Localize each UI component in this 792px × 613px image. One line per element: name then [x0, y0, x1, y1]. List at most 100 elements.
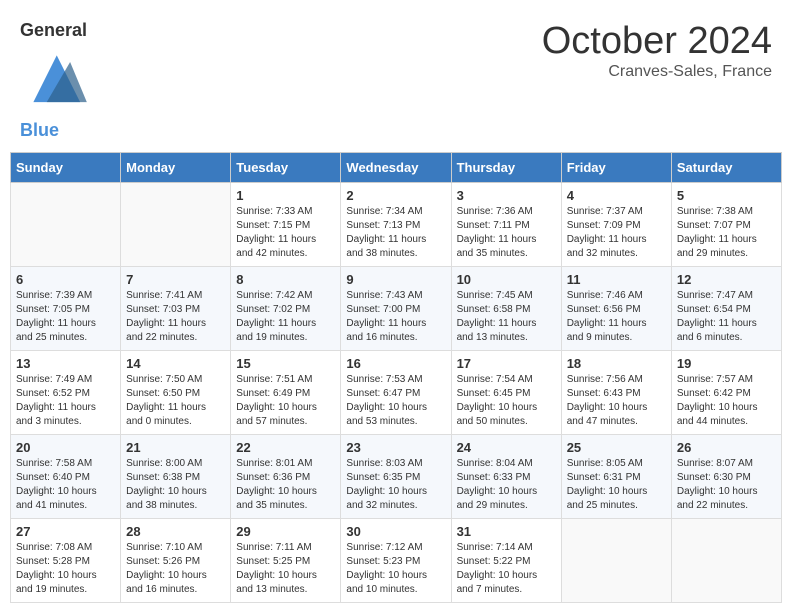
calendar-day-header: Sunday [11, 152, 121, 182]
calendar-cell: 26 Sunrise: 8:07 AM Sunset: 6:30 PM Dayli… [671, 434, 781, 518]
calendar-cell: 11 Sunrise: 7:46 AM Sunset: 6:56 PM Dayli… [561, 266, 671, 350]
day-number: 4 [567, 188, 666, 203]
day-number: 1 [236, 188, 335, 203]
day-info: Sunrise: 7:50 AM Sunset: 6:50 PM Dayligh… [126, 373, 225, 429]
calendar-day-header: Thursday [451, 152, 561, 182]
day-number: 12 [677, 272, 776, 287]
day-info: Sunrise: 7:33 AM Sunset: 7:15 PM Dayligh… [236, 205, 335, 261]
calendar-cell [121, 182, 231, 266]
calendar-week-row: 1 Sunrise: 7:33 AM Sunset: 7:15 PM Daylig… [11, 182, 782, 266]
calendar-cell: 24 Sunrise: 8:04 AM Sunset: 6:33 PM Dayli… [451, 434, 561, 518]
title-block: October 2024 Cranves-Sales, France [542, 20, 772, 81]
day-number: 2 [346, 188, 445, 203]
calendar-cell: 1 Sunrise: 7:33 AM Sunset: 7:15 PM Daylig… [231, 182, 341, 266]
day-number: 16 [346, 356, 445, 371]
day-info: Sunrise: 7:10 AM Sunset: 5:26 PM Dayligh… [126, 541, 225, 597]
day-info: Sunrise: 8:05 AM Sunset: 6:31 PM Dayligh… [567, 457, 666, 513]
calendar-week-row: 13 Sunrise: 7:49 AM Sunset: 6:52 PM Dayli… [11, 350, 782, 434]
day-info: Sunrise: 7:51 AM Sunset: 6:49 PM Dayligh… [236, 373, 335, 429]
day-number: 23 [346, 440, 445, 455]
day-number: 29 [236, 524, 335, 539]
calendar-cell: 21 Sunrise: 8:00 AM Sunset: 6:38 PM Dayli… [121, 434, 231, 518]
calendar-day-header: Saturday [671, 152, 781, 182]
calendar-day-header: Friday [561, 152, 671, 182]
day-info: Sunrise: 7:08 AM Sunset: 5:28 PM Dayligh… [16, 541, 115, 597]
day-number: 6 [16, 272, 115, 287]
day-info: Sunrise: 7:11 AM Sunset: 5:25 PM Dayligh… [236, 541, 335, 597]
calendar-cell: 15 Sunrise: 7:51 AM Sunset: 6:49 PM Dayli… [231, 350, 341, 434]
calendar-cell: 25 Sunrise: 8:05 AM Sunset: 6:31 PM Dayli… [561, 434, 671, 518]
day-number: 21 [126, 440, 225, 455]
calendar-cell: 28 Sunrise: 7:10 AM Sunset: 5:26 PM Dayli… [121, 518, 231, 602]
calendar-week-row: 27 Sunrise: 7:08 AM Sunset: 5:28 PM Dayli… [11, 518, 782, 602]
day-info: Sunrise: 7:56 AM Sunset: 6:43 PM Dayligh… [567, 373, 666, 429]
logo-icon [20, 102, 94, 119]
calendar-cell: 14Sunrise: 7:50 AM Sunset: 6:50 PM Dayli… [121, 350, 231, 434]
calendar-cell: 27 Sunrise: 7:08 AM Sunset: 5:28 PM Dayli… [11, 518, 121, 602]
day-number: 25 [567, 440, 666, 455]
calendar-cell: 13 Sunrise: 7:49 AM Sunset: 6:52 PM Dayli… [11, 350, 121, 434]
day-number: 20 [16, 440, 115, 455]
day-number: 15 [236, 356, 335, 371]
day-info: Sunrise: 7:34 AM Sunset: 7:13 PM Dayligh… [346, 205, 445, 261]
calendar-cell: 18Sunrise: 7:56 AM Sunset: 6:43 PM Dayli… [561, 350, 671, 434]
calendar-cell: 19Sunrise: 7:57 AM Sunset: 6:42 PM Dayli… [671, 350, 781, 434]
page-header: General Blue October 2024 Cranves-Sales,… [10, 10, 782, 147]
calendar-table: SundayMondayTuesdayWednesdayThursdayFrid… [10, 152, 782, 603]
day-info: Sunrise: 7:41 AM Sunset: 7:03 PM Dayligh… [126, 289, 225, 345]
logo: General Blue [20, 20, 94, 142]
day-number: 5 [677, 188, 776, 203]
calendar-cell: 6Sunrise: 7:39 AM Sunset: 7:05 PM Daylig… [11, 266, 121, 350]
day-info: Sunrise: 8:07 AM Sunset: 6:30 PM Dayligh… [677, 457, 776, 513]
day-number: 11 [567, 272, 666, 287]
calendar-week-row: 6Sunrise: 7:39 AM Sunset: 7:05 PM Daylig… [11, 266, 782, 350]
calendar-cell: 7 Sunrise: 7:41 AM Sunset: 7:03 PM Daylig… [121, 266, 231, 350]
day-info: Sunrise: 7:53 AM Sunset: 6:47 PM Dayligh… [346, 373, 445, 429]
day-number: 27 [16, 524, 115, 539]
calendar-cell: 17Sunrise: 7:54 AM Sunset: 6:45 PM Dayli… [451, 350, 561, 434]
day-info: Sunrise: 7:38 AM Sunset: 7:07 PM Dayligh… [677, 205, 776, 261]
day-number: 8 [236, 272, 335, 287]
calendar-cell: 2 Sunrise: 7:34 AM Sunset: 7:13 PM Daylig… [341, 182, 451, 266]
logo-general: General [20, 20, 87, 40]
day-number: 22 [236, 440, 335, 455]
calendar-day-header: Monday [121, 152, 231, 182]
calendar-cell [11, 182, 121, 266]
day-info: Sunrise: 7:54 AM Sunset: 6:45 PM Dayligh… [457, 373, 556, 429]
calendar-cell: 9 Sunrise: 7:43 AM Sunset: 7:00 PM Daylig… [341, 266, 451, 350]
calendar-cell: 30Sunrise: 7:12 AM Sunset: 5:23 PM Dayli… [341, 518, 451, 602]
day-info: Sunrise: 8:04 AM Sunset: 6:33 PM Dayligh… [457, 457, 556, 513]
day-info: Sunrise: 8:01 AM Sunset: 6:36 PM Dayligh… [236, 457, 335, 513]
day-number: 26 [677, 440, 776, 455]
day-number: 30 [346, 524, 445, 539]
day-info: Sunrise: 7:58 AM Sunset: 6:40 PM Dayligh… [16, 457, 115, 513]
day-number: 24 [457, 440, 556, 455]
day-number: 7 [126, 272, 225, 287]
day-info: Sunrise: 7:47 AM Sunset: 6:54 PM Dayligh… [677, 289, 776, 345]
calendar-cell: 22 Sunrise: 8:01 AM Sunset: 6:36 PM Dayli… [231, 434, 341, 518]
day-number: 9 [346, 272, 445, 287]
calendar-cell: 5 Sunrise: 7:38 AM Sunset: 7:07 PM Daylig… [671, 182, 781, 266]
month-title: October 2024 [542, 20, 772, 63]
day-info: Sunrise: 7:37 AM Sunset: 7:09 PM Dayligh… [567, 205, 666, 261]
day-info: Sunrise: 7:14 AM Sunset: 5:22 PM Dayligh… [457, 541, 556, 597]
calendar-day-header: Tuesday [231, 152, 341, 182]
calendar-cell: 12 Sunrise: 7:47 AM Sunset: 6:54 PM Dayli… [671, 266, 781, 350]
day-info: Sunrise: 8:00 AM Sunset: 6:38 PM Dayligh… [126, 457, 225, 513]
day-info: Sunrise: 8:03 AM Sunset: 6:35 PM Dayligh… [346, 457, 445, 513]
calendar-cell: 4 Sunrise: 7:37 AM Sunset: 7:09 PM Daylig… [561, 182, 671, 266]
day-number: 28 [126, 524, 225, 539]
day-info: Sunrise: 7:43 AM Sunset: 7:00 PM Dayligh… [346, 289, 445, 345]
calendar-cell: 23 Sunrise: 8:03 AM Sunset: 6:35 PM Dayli… [341, 434, 451, 518]
calendar-cell: 29 Sunrise: 7:11 AM Sunset: 5:25 PM Dayli… [231, 518, 341, 602]
calendar-week-row: 20 Sunrise: 7:58 AM Sunset: 6:40 PM Dayli… [11, 434, 782, 518]
day-info: Sunrise: 7:57 AM Sunset: 6:42 PM Dayligh… [677, 373, 776, 429]
day-number: 13 [16, 356, 115, 371]
calendar-day-header: Wednesday [341, 152, 451, 182]
day-info: Sunrise: 7:46 AM Sunset: 6:56 PM Dayligh… [567, 289, 666, 345]
calendar-cell: 31Sunrise: 7:14 AM Sunset: 5:22 PM Dayli… [451, 518, 561, 602]
day-number: 10 [457, 272, 556, 287]
day-info: Sunrise: 7:49 AM Sunset: 6:52 PM Dayligh… [16, 373, 115, 429]
calendar-cell [671, 518, 781, 602]
calendar-cell: 10Sunrise: 7:45 AM Sunset: 6:58 PM Dayli… [451, 266, 561, 350]
